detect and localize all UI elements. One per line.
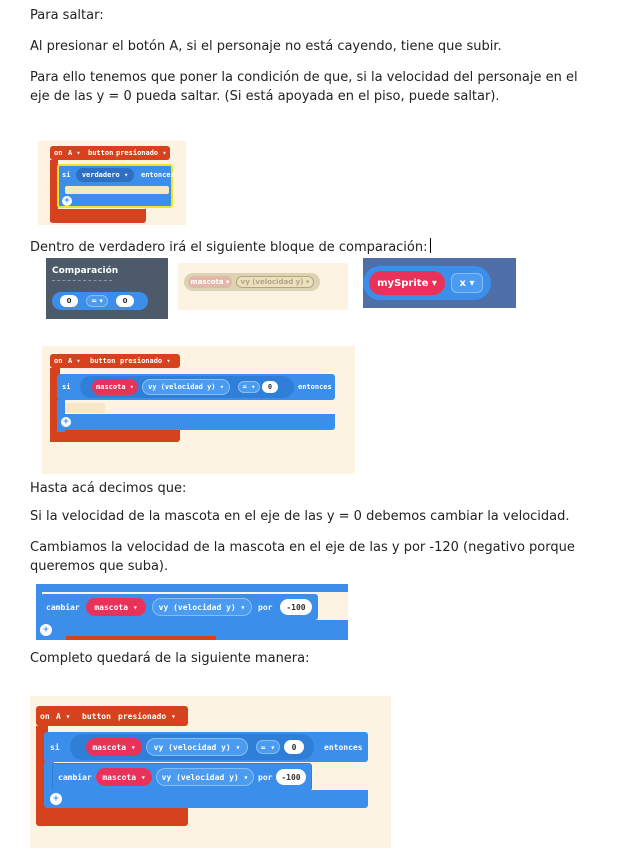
si-label: si [62, 171, 71, 179]
value-minus100: -100 [276, 769, 306, 785]
add-icon: + [61, 417, 71, 427]
value-minus100: -100 [280, 599, 312, 615]
if-slot [65, 403, 105, 413]
cambiar-label: cambiar [46, 603, 80, 612]
button-label: button [90, 357, 116, 365]
image-on-button-si-verdadero: on A ▾ button presionado ▾ si verdadero … [38, 141, 186, 225]
if-block-bottom [44, 790, 368, 808]
presionado-dropdown: presionado ▾ [118, 712, 176, 721]
por-label: por [258, 603, 273, 612]
button-label: button [82, 712, 111, 721]
si-label: si [62, 383, 71, 391]
mysprite-dropdown: mySprite ▾ [369, 271, 445, 295]
equals-dropdown: = ▾ [238, 381, 260, 393]
on-label: on [54, 357, 63, 365]
faded-vy-pill: vy (velocidad y) ▾ [236, 276, 314, 288]
palette-divider [52, 280, 112, 281]
if-block-top-edge [36, 584, 348, 592]
paragraph-si-velocidad: Si la velocidad de la mascota en el eje … [30, 509, 570, 524]
event-block-bottom [50, 428, 180, 442]
mascota-dropdown: mascota ▾ [86, 598, 146, 616]
event-block-bottom [66, 636, 216, 640]
equals-dropdown: = ▾ [86, 295, 108, 307]
entonces-label: entonces [298, 383, 332, 391]
paragraph-dentro-verdadero: Dentro de verdadero irá el siguiente blo… [30, 238, 431, 257]
add-icon: + [40, 624, 52, 636]
event-block-bottom [50, 209, 146, 223]
add-icon: + [62, 196, 72, 206]
paragraph-condicion: Para ello tenemos que poner la condición… [30, 70, 578, 104]
button-a-dropdown: A ▾ [56, 712, 71, 721]
paragraph-cambiamos: Cambiamos la velocidad de la mascota en … [30, 540, 575, 574]
paragraph-para-saltar: Para saltar: [30, 8, 104, 23]
right-number: 0 [116, 295, 134, 307]
zero-value: 0 [262, 381, 278, 393]
presionado-dropdown: presionado ▾ [120, 357, 171, 365]
button-a-dropdown: A ▾ [68, 149, 81, 157]
cambiar-label: cambiar [58, 773, 92, 782]
verdadero-pill: verdadero ▾ [76, 168, 134, 182]
paragraph-completo: Completo quedará de la siguiente manera: [30, 651, 310, 666]
paragraph-al-presionar: Al presionar el botón A, si el personaje… [30, 39, 502, 54]
vy-dropdown: vy (velocidad y) ▾ [156, 768, 254, 786]
on-label: on [40, 712, 50, 721]
vy-dropdown: vy (velocidad y) ▾ [152, 598, 252, 616]
image-mascota-vy-faded: mascota ▾ vy (velocidad y) ▾ [178, 263, 348, 310]
image-programa-completo: on A ▾ button presionado ▾ si mascota ▾ … [30, 696, 391, 848]
entonces-label: entonces [324, 743, 363, 752]
comparacion-title: Comparación [52, 266, 119, 276]
image-si-mascota-vy-cero: on A ▾ button presionado ▾ si mascota ▾ … [42, 346, 355, 474]
paragraph-hasta-aca: Hasta acá decimos que: [30, 481, 187, 496]
image-mysprite-x: mySprite ▾ x ▾ [363, 258, 516, 308]
mascota-dropdown: mascota ▾ [92, 379, 138, 395]
equals-dropdown: = ▾ [256, 740, 280, 754]
entonces-label: entonces [141, 171, 175, 179]
if-block-bottom [57, 414, 335, 430]
text-cursor [429, 238, 431, 253]
event-block-bottom [36, 808, 188, 826]
por-label: por [258, 773, 273, 782]
si-label: si [50, 743, 60, 752]
image-comparacion-palette: Comparación 0 = ▾ 0 [46, 258, 168, 319]
mascota-dropdown: mascota ▾ [96, 768, 152, 786]
presionado-dropdown: presionado ▾ [116, 149, 167, 157]
if-slot [65, 186, 169, 194]
image-cambiar-mascota-vy: cambiar mascota ▾ vy (velocidad y) ▾ por… [36, 584, 348, 640]
button-a-dropdown: A ▾ [68, 357, 81, 365]
zero-value: 0 [284, 740, 304, 754]
faded-mascota-pill: mascota ▾ [188, 276, 232, 288]
on-label: on [54, 149, 63, 157]
add-icon: + [50, 793, 62, 805]
vy-dropdown: vy (velocidad y) ▾ [146, 738, 248, 756]
button-label: button [88, 149, 114, 157]
vy-dropdown: vy (velocidad y) ▾ [142, 379, 230, 395]
mascota-dropdown: mascota ▾ [86, 738, 142, 756]
left-number: 0 [60, 295, 78, 307]
x-dropdown: x ▾ [451, 273, 483, 293]
